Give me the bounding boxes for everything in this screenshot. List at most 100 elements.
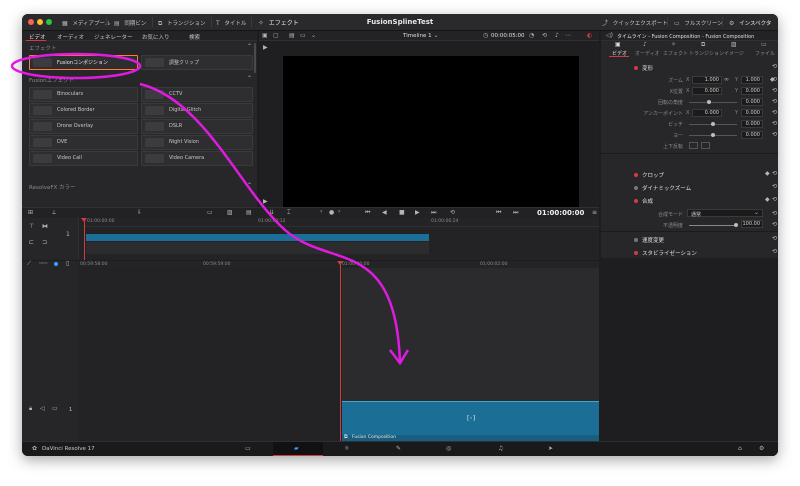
reset-icon[interactable]: ⟲ [772,132,777,138]
fusion-effect-tile[interactable]: Video Call [29,151,138,166]
reset-icon[interactable]: ⟲ [772,184,777,190]
sync-bin-button[interactable]: ▤ 同期ビン [114,19,146,28]
loop-icon[interactable]: ⟲ [450,210,455,216]
rotation-field[interactable]: 0.000 [741,98,763,106]
media-pool-button[interactable]: ▦ メディアプール [62,19,111,28]
keyframe-icon[interactable]: ◆ [765,197,770,203]
flip-vertical-button[interactable] [701,142,710,149]
timeline-tools-icon[interactable]: ⇊ [269,210,274,216]
audio-link-icon[interactable]: ⊐ [42,240,47,246]
go-to-end-icon[interactable]: ⏭ [431,210,436,216]
anchor-y-field[interactable]: 0.000 [741,109,763,117]
minimize-window-button[interactable] [37,19,43,25]
play-left-bottom-icon[interactable]: ▶ [263,199,268,205]
reset-icon[interactable]: ⟲ [772,171,777,177]
video-track-icon[interactable]: ⊤ [29,224,34,230]
link-track-icon[interactable]: ⧓ [42,224,48,230]
monitor-icon[interactable]: ▭ [52,406,58,412]
tab-audio[interactable]: オーディオ [57,33,84,41]
tab-file[interactable]: ファイル [755,50,775,57]
go-to-start-icon[interactable]: ⏮ [365,210,370,216]
jog-dot-icon[interactable]: ● [329,210,334,216]
effects-button[interactable]: ✧ エフェクト [258,18,299,28]
fusion-page-icon[interactable]: ⚛ [344,446,349,452]
viewer-grid-icon[interactable]: ▤ [289,33,295,39]
deliver-page-icon[interactable]: ➤ [548,446,553,452]
home-icon[interactable]: ⌂ [738,446,742,452]
opacity-slider[interactable] [689,225,735,226]
lock-icon[interactable]: 🔒︎ [29,406,32,412]
zoom-dropdown-icon[interactable]: ⌄ [311,33,316,39]
zoom-x-field[interactable]: 1.000 [692,76,722,84]
yaw-field[interactable]: 0.000 [741,131,763,139]
rotation-slider[interactable] [689,102,737,103]
viewer-mode-icon[interactable]: ▢ [273,33,279,39]
scroll-handle-icon[interactable]: ▯ [66,261,69,267]
snap-icon[interactable]: ⟂ [52,210,56,216]
fusion-composition-clip[interactable]: [◦] ⧉ Fusion Composition [342,401,599,442]
rotation-slider-knob[interactable] [707,100,711,104]
crop-enable-dot[interactable] [634,173,638,177]
clip-view-icon[interactable]: ▭ [207,210,213,216]
fullscreen-button[interactable]: ▭ フルスクリーン [674,19,723,28]
tab-transition[interactable]: トランジション [689,50,724,57]
collapse-icon[interactable]: ⌃ [247,44,252,50]
fusion-effect-tile[interactable]: DVE [29,135,138,150]
panel-layout-icon[interactable]: ▣ [262,33,268,39]
anchor-x-field[interactable]: 0.000 [692,109,722,117]
menu-icon[interactable]: ≡ [592,210,597,216]
opacity-field[interactable]: 100.00 [741,220,763,228]
video-tab-icon[interactable]: ▣ [615,42,621,48]
opacity-slider-knob[interactable] [734,223,738,227]
effect-tile-adjustment-clip[interactable]: 調整クリップ [141,55,253,70]
media-page-icon[interactable]: ▭ [245,446,251,452]
effects-scrollbar[interactable] [254,43,256,73]
reset-icon[interactable]: ⟲ [772,197,777,203]
edit-page-icon[interactable]: ▰ [294,446,299,452]
step-back-icon[interactable]: ◀ [382,210,387,216]
next-marker-icon[interactable]: ⏭ [513,210,518,216]
stabilization-enable-dot[interactable] [634,251,638,255]
tab-search[interactable]: 検索 [189,33,200,41]
jog-left-icon[interactable]: ‹ [320,209,322,215]
audio-icon[interactable]: ♪ [555,33,559,39]
mini-clip-bar[interactable] [86,234,429,241]
dynamic-zoom-enable-dot[interactable] [634,186,638,190]
mini-ruler[interactable]: 01:00:00:00 01:00:03:12 01:00:06:24 [82,218,599,227]
playhead[interactable] [340,261,341,441]
collapse-icon[interactable]: ⌃ [247,76,252,82]
timeline-track-area[interactable] [342,268,599,401]
reset-icon[interactable]: ⟲ [772,236,777,242]
fusion-effect-tile[interactable]: Digital Glitch [141,103,253,118]
fusion-effect-tile[interactable]: DSLR [141,119,253,134]
pitch-field[interactable]: 0.000 [741,120,763,128]
yaw-slider-knob[interactable] [711,133,715,137]
fusion-effect-tile[interactable]: Night Vision [141,135,253,150]
scopes-icon[interactable]: ◐ [587,33,592,39]
audio-track-icon[interactable]: ⊏ [29,240,34,246]
speaker-icon[interactable]: ◁ [40,406,45,412]
viewer-zoom-icon[interactable]: ▭ [300,33,306,39]
flip-horizontal-button[interactable] [689,142,698,149]
edit-mode-icon[interactable]: ⌶ [287,210,291,216]
transitions-button[interactable]: ⧉ トランジション [158,19,206,28]
inspector-button[interactable]: ⚙ インスペクタ [729,19,771,28]
playhead-marker[interactable] [337,261,343,265]
marker-icon[interactable]: ⇩ [137,210,142,216]
play-left-icon[interactable]: ▶ [263,45,268,51]
link-icon[interactable]: ∞ [724,77,729,83]
transform-enable-dot[interactable] [634,66,638,70]
reset-icon[interactable]: ⟲ [772,121,777,127]
video-preview[interactable] [283,56,579,207]
image-tab-icon[interactable]: ▨ [731,42,737,48]
options-icon[interactable]: ⋯ [565,33,571,39]
effect-tile-fusion-composition[interactable]: Fusionコンポジション [29,55,138,70]
position-x-field[interactable]: 0.000 [692,87,722,95]
zoom-window-button[interactable] [46,19,52,25]
position-y-field[interactable]: 0.000 [741,87,763,95]
audio-tab-icon[interactable]: ♪ [643,42,647,48]
color-page-icon[interactable]: ✎ [396,446,401,452]
reset-icon[interactable]: ⟲ [772,64,777,70]
fusion-effect-tile[interactable]: Drone Overlay [29,119,138,134]
composite-enable-dot[interactable] [634,199,638,203]
